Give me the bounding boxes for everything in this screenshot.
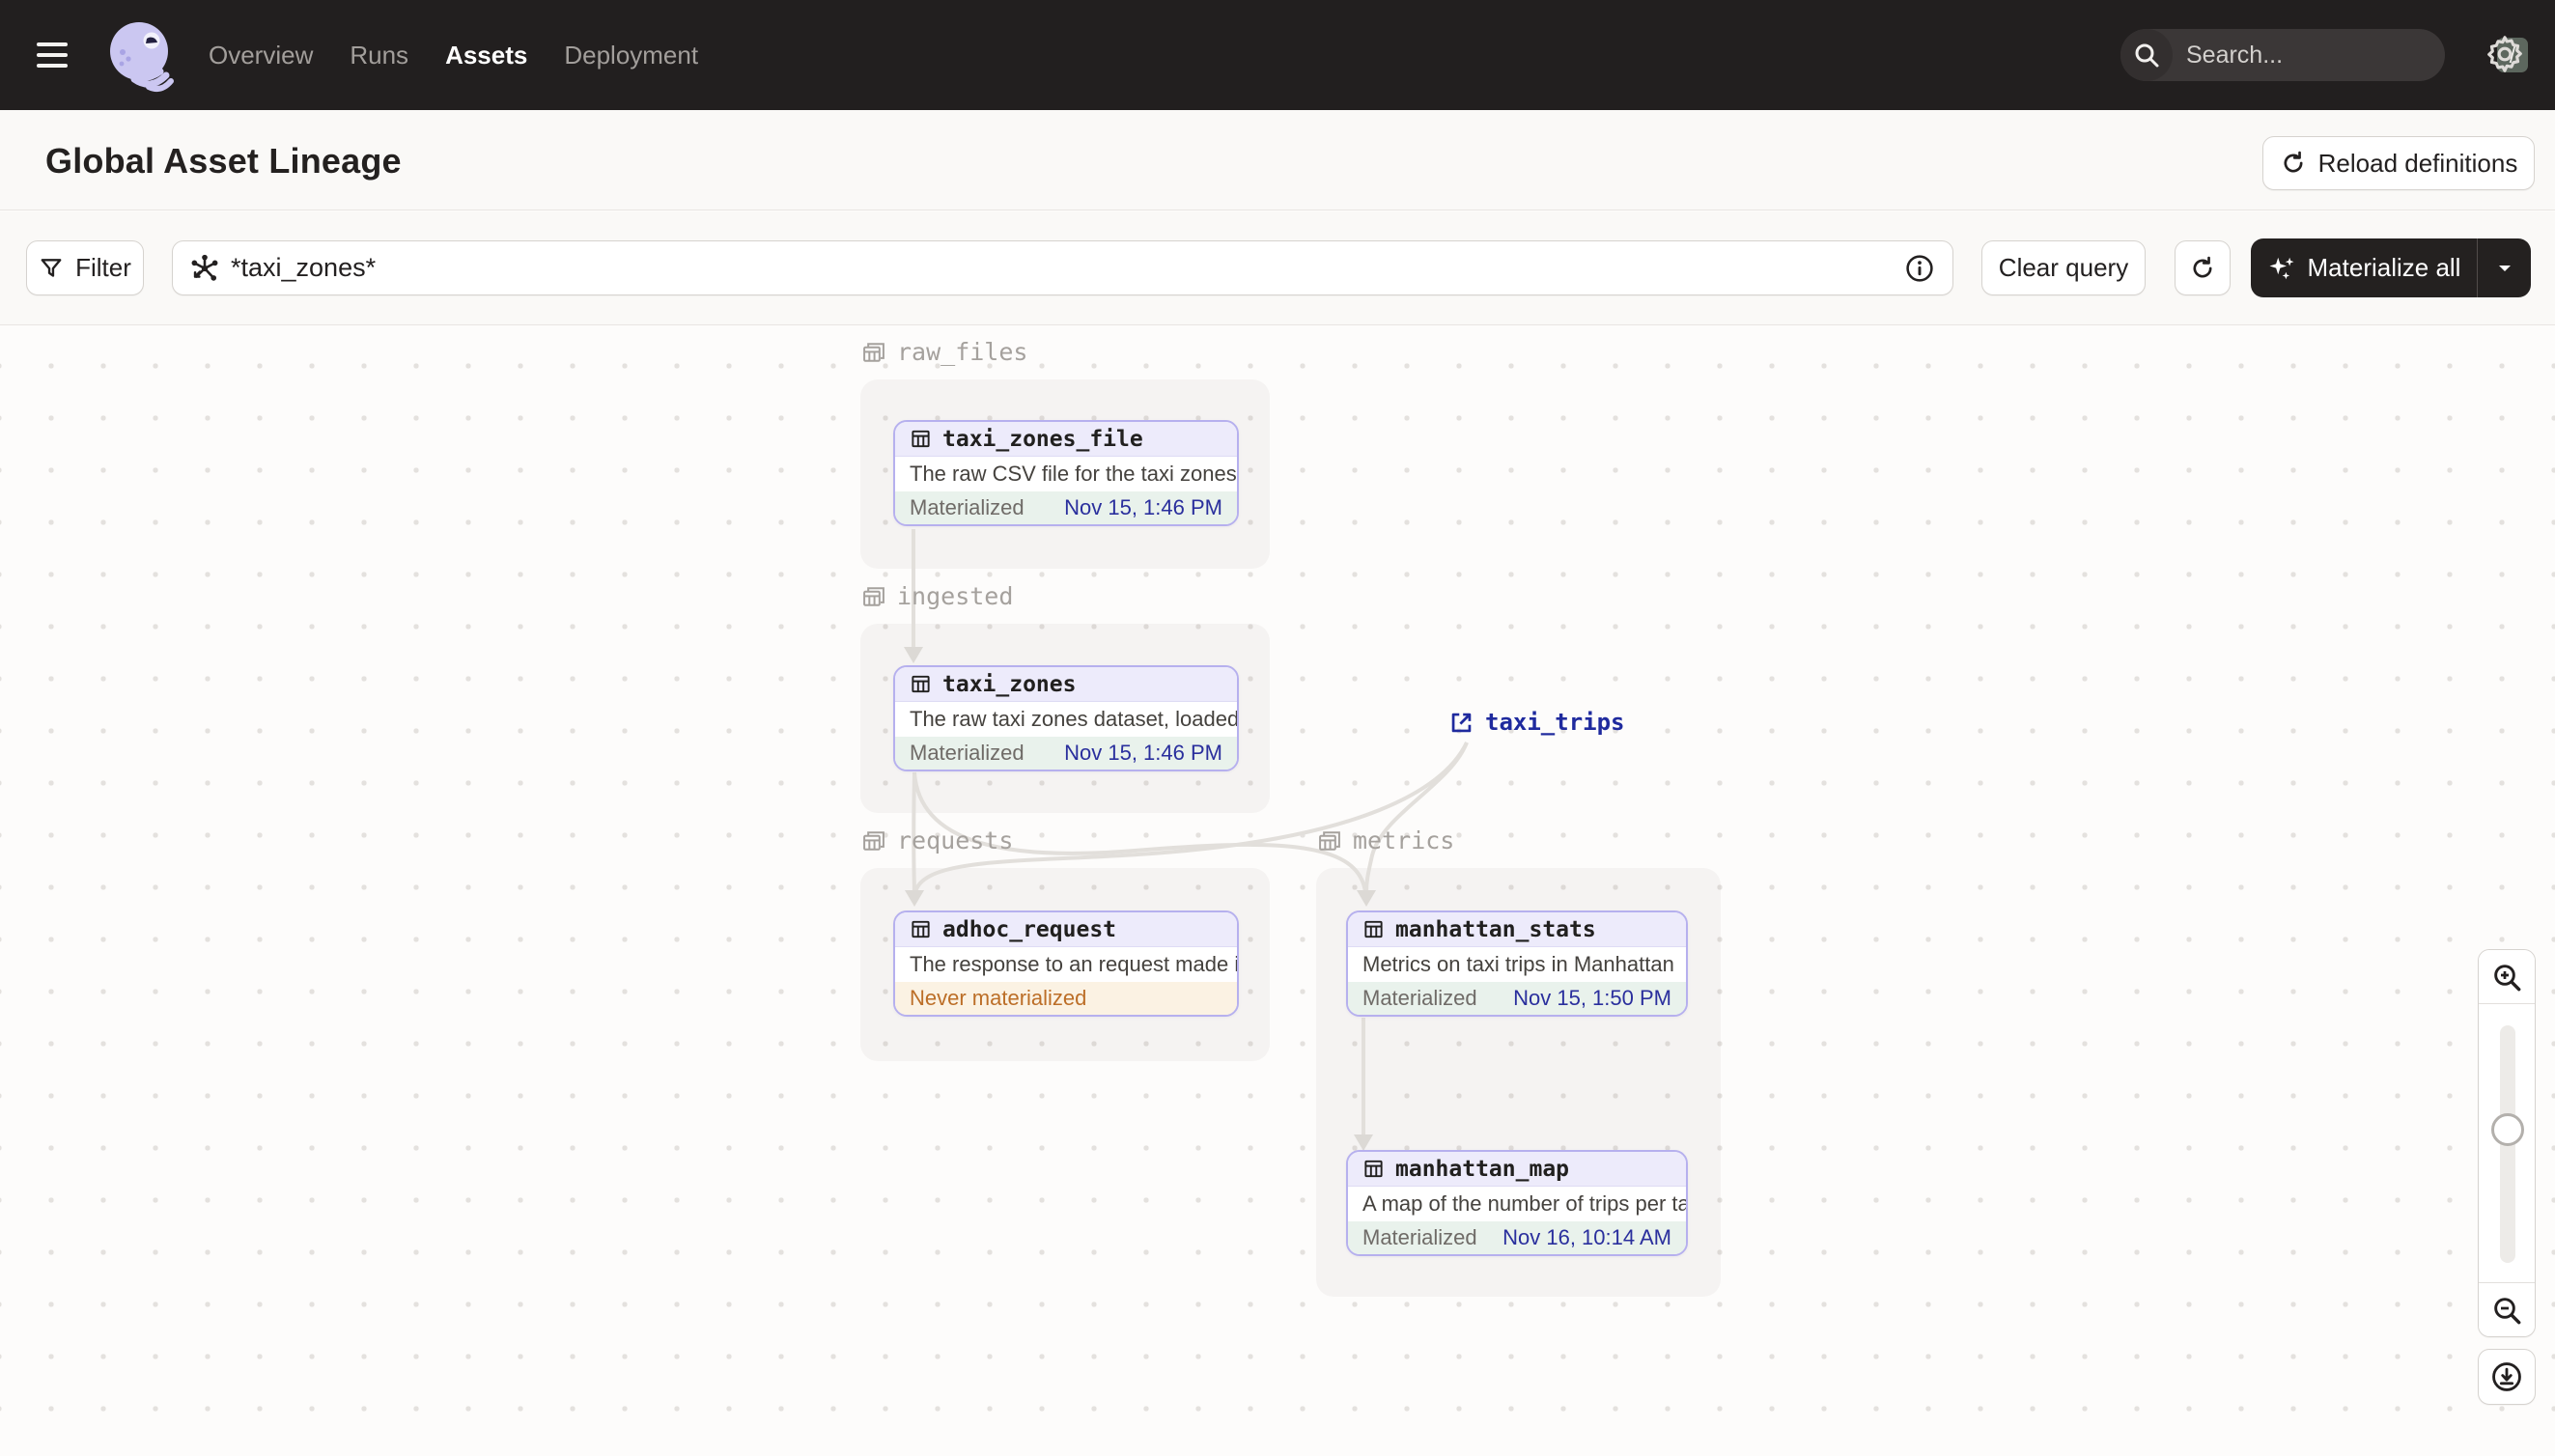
asset-status: Materialized	[910, 741, 1025, 765]
asset-status: Materialized	[1362, 986, 1477, 1010]
zoom-out-button[interactable]	[2479, 1283, 2535, 1336]
lineage-edges	[904, 529, 1469, 1151]
edge-taxi-trips-to-manhattan-stats	[1364, 742, 1469, 893]
asset-description: The raw taxi zones dataset, loaded int..…	[895, 702, 1237, 737]
external-asset-taxi-trips[interactable]: taxi_trips	[1448, 709, 1625, 736]
external-link-icon	[1451, 713, 1472, 732]
zoom-controls	[2478, 949, 2536, 1337]
table-icon	[912, 920, 930, 938]
materialize-all-button[interactable]: Materialize all	[2251, 238, 2531, 297]
asset-timestamp: Nov 15, 1:46 PM	[1064, 495, 1222, 519]
asset-status: Never materialized	[910, 986, 1087, 1010]
table-icon	[1364, 1160, 1383, 1178]
group-tables-icon	[863, 342, 884, 362]
group-label-raw-files[interactable]: raw_files	[860, 338, 1027, 366]
search-icon	[2120, 29, 2173, 81]
hamburger-menu-icon[interactable]	[37, 38, 70, 72]
zoom-slider[interactable]	[2479, 1003, 2535, 1283]
reload-icon	[2284, 151, 2303, 173]
asset-name: adhoc_request	[942, 916, 1117, 942]
asset-timestamp: Nov 15, 1:46 PM	[1064, 741, 1222, 765]
search-bar[interactable]: /	[2120, 29, 2528, 81]
nav-item-runs[interactable]: Runs	[350, 41, 408, 70]
nav-links: Overview Runs Assets Deployment	[209, 0, 698, 110]
asset-name: manhattan_map	[1395, 1156, 1570, 1182]
asset-node-manhattan-stats[interactable]: manhattan_stats Metrics on taxi trips in…	[1346, 910, 1688, 1017]
asset-status: Materialized	[1362, 1225, 1477, 1249]
zoom-out-icon	[2494, 1297, 2521, 1324]
search-input[interactable]	[2173, 41, 2497, 70]
clear-query-button[interactable]: Clear query	[1981, 240, 2146, 295]
dagster-logo-icon[interactable]	[100, 14, 183, 97]
asset-node-manhattan-map[interactable]: manhattan_map A map of the number of tri…	[1346, 1150, 1688, 1256]
nav-item-assets[interactable]: Assets	[445, 41, 527, 70]
asset-node-adhoc-request[interactable]: adhoc_request The response to an request…	[893, 910, 1239, 1017]
asset-timestamp: Nov 16, 10:14 AM	[1502, 1225, 1671, 1249]
table-icon	[912, 675, 930, 693]
group-label-requests[interactable]: requests	[860, 826, 1013, 854]
top-nav: Overview Runs Assets Deployment /	[0, 0, 2555, 110]
asset-query-input[interactable]	[221, 253, 1904, 283]
asset-name: taxi_zones	[942, 671, 1077, 697]
download-graph-button[interactable]	[2478, 1349, 2536, 1405]
refresh-graph-button[interactable]	[2175, 240, 2231, 295]
table-icon	[912, 430, 930, 448]
asset-selection-input[interactable]	[172, 240, 1953, 295]
page-header: Global Asset Lineage Reload definitions	[0, 110, 2555, 210]
asset-description: A map of the number of trips per taxi z.…	[1348, 1187, 1686, 1221]
nav-item-deployment[interactable]: Deployment	[564, 41, 698, 70]
materialize-dropdown-caret[interactable]	[2477, 238, 2531, 297]
asset-description: The raw CSV file for the taxi zones dat.…	[895, 457, 1237, 491]
group-tables-icon	[863, 586, 884, 606]
lineage-toolbar: Filter Clear query Materialize all	[0, 211, 2555, 325]
group-tables-icon	[863, 830, 884, 851]
lineage-canvas[interactable]: raw_files ingested requests metrics taxi…	[0, 326, 2555, 1456]
asset-node-taxi-zones-file[interactable]: taxi_zones_file The raw CSV file for the…	[893, 420, 1239, 526]
zoom-in-icon	[2494, 964, 2521, 991]
group-label-metrics[interactable]: metrics	[1316, 826, 1454, 854]
asset-description: Metrics on taxi trips in Manhattan	[1348, 947, 1686, 982]
download-icon	[2492, 1362, 2521, 1391]
asset-status: Materialized	[910, 495, 1025, 519]
zoom-slider-handle[interactable]	[2491, 1113, 2524, 1146]
refresh-icon	[2193, 256, 2212, 277]
asset-name: taxi_zones_file	[942, 426, 1143, 452]
group-tables-icon	[1319, 830, 1340, 851]
asset-node-taxi-zones[interactable]: taxi_zones The raw taxi zones dataset, l…	[893, 665, 1239, 771]
chevron-down-icon	[2498, 265, 2511, 271]
settings-gear-icon[interactable]	[2484, 33, 2526, 75]
nav-item-overview[interactable]: Overview	[209, 41, 313, 70]
filter-button[interactable]: Filter	[26, 240, 144, 295]
asset-description: The response to an request made in th...	[895, 947, 1237, 982]
asset-name: manhattan_stats	[1395, 916, 1596, 942]
zoom-in-button[interactable]	[2479, 950, 2535, 1003]
group-label-ingested[interactable]: ingested	[860, 582, 1013, 610]
page-title: Global Asset Lineage	[45, 141, 402, 181]
filter-funnel-icon	[41, 258, 62, 277]
info-icon[interactable]	[1904, 253, 1935, 284]
asset-graph-icon	[191, 254, 218, 281]
reload-definitions-button[interactable]: Reload definitions	[2262, 136, 2535, 190]
sparkle-icon	[2269, 257, 2294, 279]
table-icon	[1364, 920, 1383, 938]
asset-timestamp: Nov 15, 1:50 PM	[1513, 986, 1671, 1010]
